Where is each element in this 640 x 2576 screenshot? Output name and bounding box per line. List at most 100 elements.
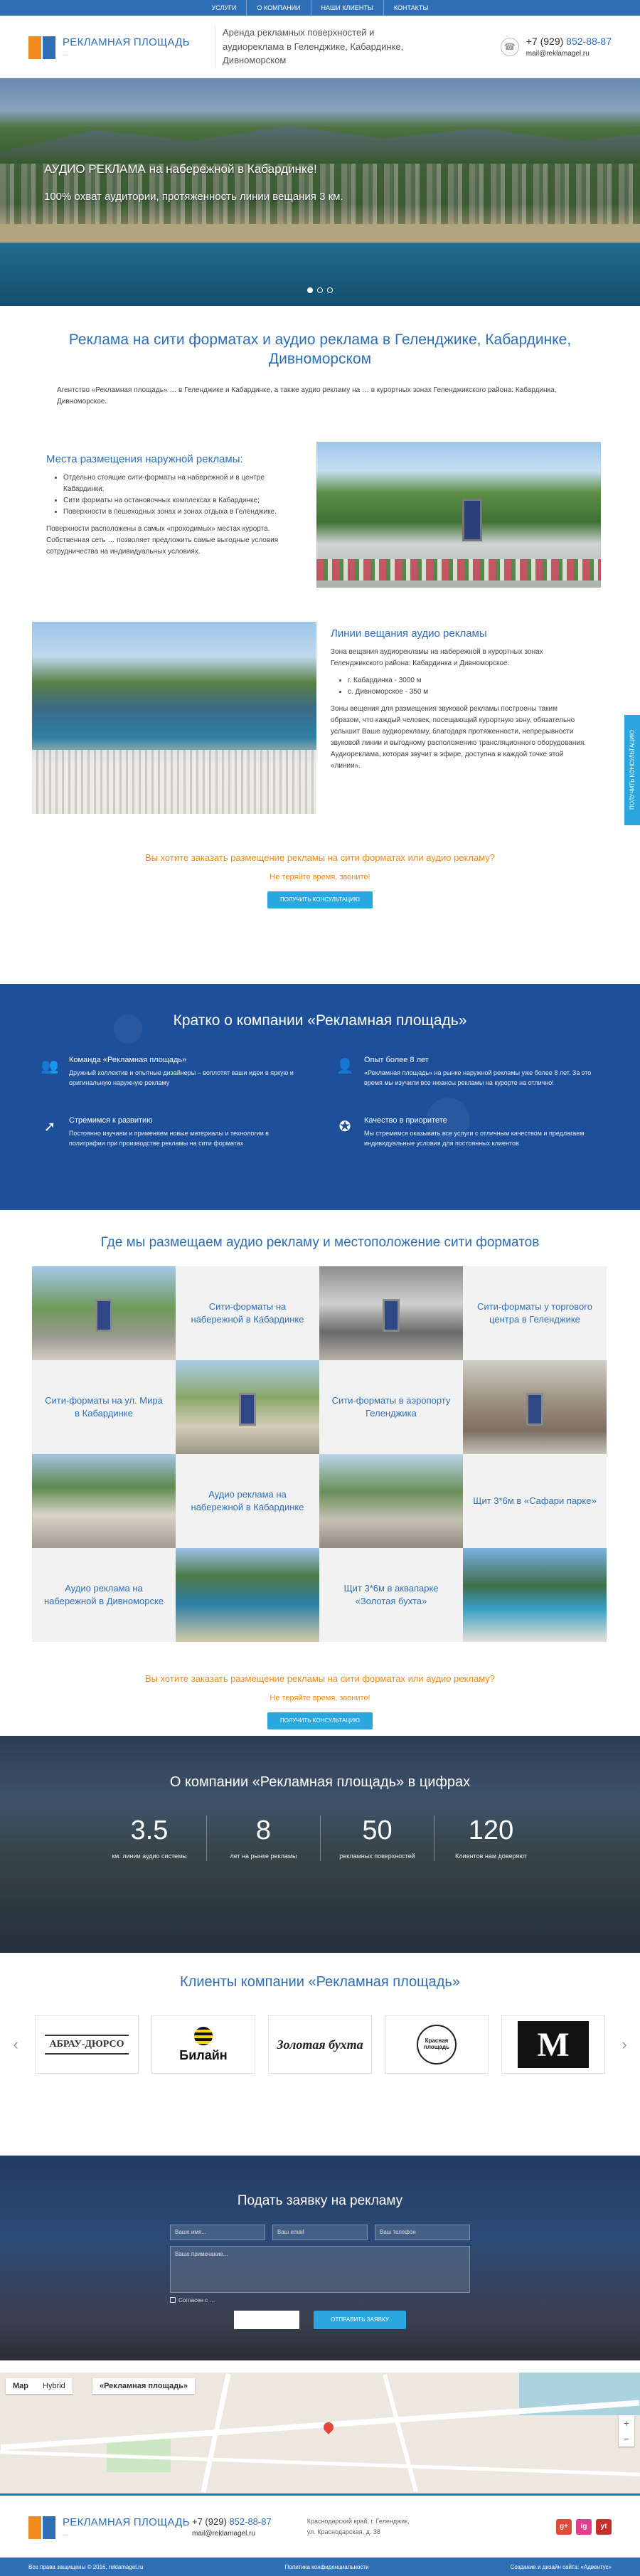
privacy-link[interactable]: Политика конфиденциальности [285,2564,369,2570]
zoom-out-icon[interactable]: − [619,2431,634,2447]
footer-email[interactable]: mail@reklamagel.ru [192,2530,272,2538]
location-photo[interactable] [32,1453,176,1548]
location-label[interactable]: Сити-форматы на ул. Мира в Кабардинке [32,1359,176,1454]
outdoor-title: Места размещения наружной рекламы: [46,452,243,465]
clients-slider: ‹ АБРАУ-ДЮРСО Билайн Золотая бухта Красн… [0,2015,640,2074]
stat-item: 120 Клиентов нам доверяют [434,1816,548,1861]
about-section: Кратко о компании «Рекламная площадь» 👥 … [0,984,640,1210]
nav-clients[interactable]: Наши клиенты [310,0,383,16]
nav-services[interactable]: Услуги [202,0,247,16]
nav-about[interactable]: О компании [246,0,310,16]
location-label[interactable]: Сити-форматы в аэропорту Геленджика [319,1359,463,1454]
location-photo[interactable] [319,1266,463,1360]
slider-dot[interactable] [327,287,333,293]
location-label[interactable]: Щит 3*6м в «Сафари парке» [463,1453,607,1548]
bottom-bar: Все права защищены © 2016, reklamagel.ru… [0,2558,640,2576]
footer-phone[interactable]: +7 (929) 852-88-87 [192,2516,272,2527]
list-item: Сити форматы на остановочных комплексах … [63,495,302,507]
header-email[interactable]: mail@reklamagel.ru [526,50,612,58]
team-icon: 👥 [41,1059,59,1075]
location-label[interactable]: Сити-форматы у торгового центра в Геленд… [463,1266,607,1360]
audio-list: г. Кабардинка - 3000 м с. Дивноморское -… [331,675,587,698]
location-label[interactable]: Аудио реклама на набережной в Дивноморск… [32,1547,176,1642]
comment-textarea[interactable]: Ваше примечание... [170,2245,470,2293]
logo[interactable]: РЕКЛАМНАЯ ПЛОЩАДЬ … [28,33,206,60]
location-photo[interactable] [319,1453,463,1548]
google-map[interactable]: Map Hybrid «Рекламная площадь» + − [0,2373,640,2493]
intro-section: Реклама на сити форматах и аудио реклама… [0,306,640,408]
audio-photo [32,621,316,814]
consultation-button[interactable]: Получить консультацию [267,1712,373,1729]
quality-icon: ✪ [338,1119,351,1135]
client-logo: M [501,2015,605,2074]
logo-mark-icon [28,33,55,60]
instagram-icon[interactable]: ig [576,2518,592,2535]
cta-note: Не теряйте время, звоните! [270,1693,370,1702]
top-nav: Услуги О компании Наши клиенты Контакты [0,0,640,16]
cta-section-2: Вы хотите заказать размещение рекламы на… [0,1673,640,1729]
brand-tagline: … [63,2530,68,2537]
captcha-field[interactable] [234,2310,300,2329]
locations-title: Где мы размещаем аудио рекламу и местопо… [100,1235,540,1250]
client-logo: Красная площадь [385,2015,489,2074]
phone-icon: ☎ [500,37,519,56]
submit-request-button[interactable]: Отправить заявку [314,2310,406,2329]
chevron-left-icon[interactable]: ‹ [9,2035,22,2054]
address-line: Краснодарский край, г. Геленджик, [306,2518,410,2525]
stat-value: 50 [362,1816,393,1845]
location-photo[interactable] [32,1266,176,1360]
stat-item: 8 лет на рынке рекламы [206,1816,320,1861]
audio-title: Линии вещания аудио рекламы [331,627,487,640]
about-item-text: Мы стремимся оказывать все услуги с отли… [364,1130,585,1147]
stats-title: О компании «Рекламная площадь» в цифрах [169,1774,471,1790]
footer-address: Краснодарский край, г. Геленджик, ул. Кр… [307,2516,457,2537]
client-logo-text: Золотая бухта [277,2037,363,2052]
map-tab-hybrid[interactable]: Hybrid [36,2378,73,2394]
client-logo-text: Билайн [179,2047,228,2062]
stats-section: О компании «Рекламная площадь» в цифрах … [0,1736,640,1953]
logo-mark-icon [28,2513,55,2540]
developer-credit[interactable]: Создание и дизайн сайта: «Адвентус» [511,2564,612,2570]
cta-note: Не теряйте время, звоните! [270,872,370,881]
about-item-title: Опыт более 8 лет [364,1056,429,1065]
chevron-right-icon[interactable]: › [618,2035,631,2054]
email-input[interactable]: Ваш email [272,2224,368,2240]
stat-value: 8 [255,1816,272,1845]
clients-section: Клиенты компании «Рекламная площадь» ‹ А… [0,1973,640,2074]
map-tab-map[interactable]: Map [6,2378,36,2394]
slider-dot[interactable] [317,287,323,293]
location-photo[interactable] [176,1547,319,1642]
phone-input[interactable]: Ваш телефон [375,2224,470,2240]
location-photo[interactable] [176,1359,319,1454]
hero-slider: АУДИО РЕКЛАМА на набережной в Кабардинке… [0,78,640,306]
name-input[interactable]: Ваше имя... [170,2224,265,2240]
footer: РЕКЛАМНАЯ ПЛОЩАДЬ … +7 (929) 852-88-87 m… [0,2493,640,2558]
location-photo[interactable] [463,1359,607,1454]
zoom-in-icon[interactable]: + [619,2415,634,2431]
location-label[interactable]: Сити-форматы на набережной в Кабардинке [176,1266,319,1360]
footer-logo[interactable]: РЕКЛАМНАЯ ПЛОЩАДЬ … [28,2513,192,2540]
cta-question: Вы хотите заказать размещение рекламы на… [144,1673,496,1684]
side-consultation-tab[interactable]: Получить консультацию [624,715,640,825]
about-item-title: Стремимся к развитию [69,1116,153,1125]
location-photo[interactable] [463,1547,607,1642]
agree-row: Согласен с … [170,2297,470,2304]
location-label[interactable]: Аудио реклама на набережной в Кабардинке [176,1453,319,1548]
slider-dot[interactable] [307,287,313,293]
map-place-label[interactable]: «Рекламная площадь» [92,2378,196,2394]
slider-dots [307,287,333,293]
agree-checkbox[interactable] [170,2297,176,2304]
audio-text: Зоны вещения для размещения звуковой рек… [331,704,587,770]
intro-text: Агентство «Рекламная площадь» … в Геленд… [57,386,557,406]
nav-contacts[interactable]: Контакты [383,0,439,16]
about-item-text: Постоянно изучаем и применяем новые мате… [69,1130,270,1147]
brand-name: РЕКЛАМНАЯ ПЛОЩАДЬ [63,2516,190,2528]
stat-item: 3.5 км. линии аудио системы [92,1816,206,1861]
google-plus-icon[interactable]: g+ [556,2518,572,2535]
outdoor-text: Поверхности расположены в самых «проходи… [46,524,279,556]
header-phone[interactable]: +7 (929) 852-88-87 [526,36,612,47]
about-item-title: Качество в приоритете [364,1116,447,1125]
youtube-icon[interactable]: yt [596,2518,612,2535]
location-label[interactable]: Щит 3*6м в аквапарке «Золотая бухта» [319,1547,463,1642]
consultation-button[interactable]: Получить консультацию [267,891,373,908]
